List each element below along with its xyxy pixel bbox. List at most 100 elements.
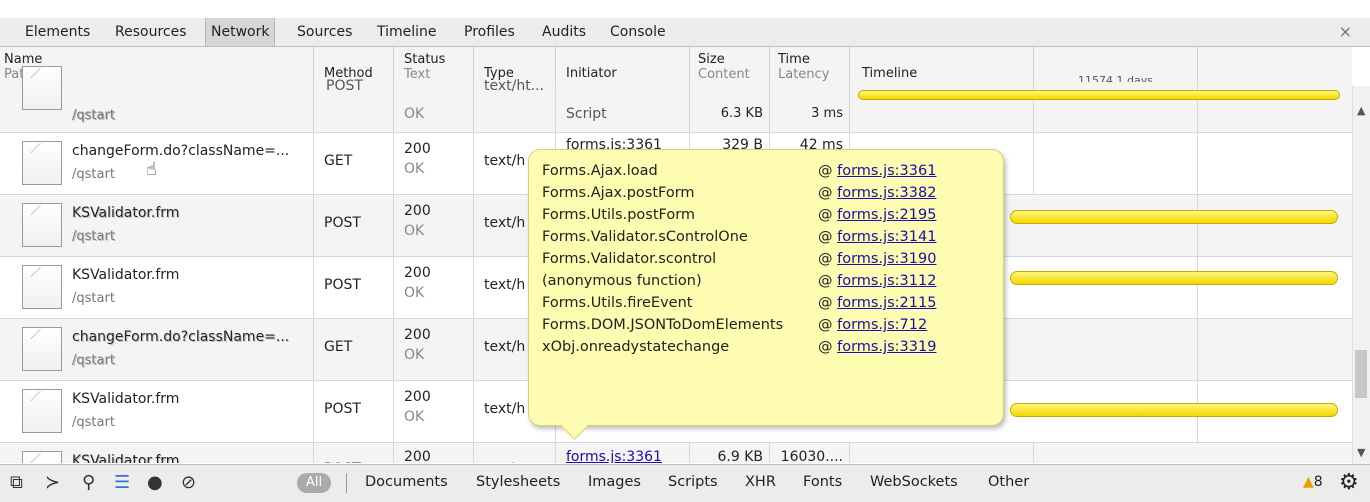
filter-websockets[interactable]: WebSockets [870, 474, 958, 490]
clear-icon[interactable]: ⊘ [181, 473, 196, 493]
callstack-function: Forms.DOM.JSONToDomElements [542, 317, 784, 333]
callstack-link-text[interactable]: forms.js:3382 [837, 185, 936, 201]
callstack-function: Forms.Validator.scontrol [542, 251, 717, 267]
row-path: /qstart [72, 167, 115, 182]
col-content-label: Content [698, 67, 750, 82]
callstack-link[interactable]: @ forms.js:3319 [818, 339, 936, 355]
row-method: POST [314, 79, 394, 132]
filter-xhr[interactable]: XHR [745, 474, 776, 490]
callstack-link[interactable]: @ forms.js:2195 [818, 207, 936, 223]
row-status-text: OK [404, 223, 425, 239]
callstack-link-text[interactable]: forms.js:3190 [837, 251, 936, 267]
callstack-link[interactable]: @ forms.js:3382 [818, 185, 936, 201]
vertical-scrollbar[interactable] [1352, 86, 1370, 464]
callstack-link[interactable]: @ forms.js:2115 [818, 295, 936, 311]
row-name[interactable]: KSValidator.frm [72, 267, 179, 283]
document-icon [22, 203, 62, 247]
table-row[interactable]: /qstart POST OK text/ht... Script 6.3 KB… [0, 66, 1352, 133]
at-sign: @ [818, 273, 833, 289]
gear-icon[interactable]: ⚙ [1339, 470, 1359, 495]
row-method: GET [314, 319, 394, 380]
filter-stylesheets[interactable]: Stylesheets [476, 474, 560, 490]
tab-profiles[interactable]: Profiles [459, 22, 520, 42]
row-initiator[interactable]: forms.js:3361 [556, 443, 690, 463]
col-latency-label: Latency [778, 67, 830, 82]
callstack-link-text[interactable]: forms.js:712 [837, 317, 927, 333]
row-path: /qstart [72, 353, 115, 368]
tab-elements[interactable]: Elements [20, 22, 95, 42]
filter-scripts[interactable]: Scripts [668, 474, 718, 490]
row-name[interactable]: KSValidator.frm [72, 205, 179, 221]
row-status: 200 OK [394, 319, 474, 380]
status-toolbar: ⧉ ≻ ⚲ ☰ ● ⊘ All Documents Stylesheets Im… [0, 464, 1370, 502]
console-drawer-icon[interactable]: ≻ [45, 473, 60, 493]
callstack-link-text[interactable]: forms.js:3361 [837, 163, 936, 179]
dock-icon[interactable]: ⧉ [10, 473, 23, 493]
timeline-cell [1034, 319, 1198, 380]
row-path: /qstart [72, 291, 115, 306]
at-sign: @ [818, 339, 833, 355]
tab-console[interactable]: Console [605, 22, 671, 42]
callstack-link[interactable]: @ forms.js:3361 [818, 163, 936, 179]
row-method: POST [314, 443, 394, 463]
row-status: 200 OK [394, 257, 474, 318]
at-sign: @ [818, 229, 833, 245]
scroll-up-icon[interactable]: ▲ [1357, 104, 1365, 117]
search-icon[interactable]: ⚲ [82, 473, 95, 493]
tab-timeline[interactable]: Timeline [372, 22, 442, 42]
devtools-tab-bar: Elements Resources Network Sources Timel… [0, 18, 1370, 47]
filter-all[interactable]: All [297, 473, 331, 493]
callstack-link-text[interactable]: forms.js:3141 [837, 229, 936, 245]
name-cell: KSValidator.frm /qstart [0, 195, 314, 256]
row-name[interactable]: KSValidator.frm [72, 391, 179, 407]
callstack-link-text[interactable]: forms.js:3112 [837, 273, 936, 289]
row-time: 16030.... [770, 443, 850, 463]
callstack-link-text[interactable]: forms.js:2195 [837, 207, 936, 223]
record-icon[interactable]: ● [147, 473, 163, 493]
row-status-text: OK [404, 347, 425, 363]
filter-fonts[interactable]: Fonts [803, 474, 842, 490]
document-icon [22, 66, 62, 110]
timeline-bar [1010, 271, 1338, 285]
row-type: text/ht... [474, 79, 556, 132]
scroll-down-icon[interactable]: ▼ [1357, 446, 1365, 459]
row-status-code: 200 [404, 327, 431, 343]
callstack-link-text[interactable]: forms.js:2115 [837, 295, 936, 311]
name-cell: changeForm.do?className=... /qstart ☝ [0, 133, 314, 194]
row-status-text: OK [404, 161, 425, 177]
timeline-bar [1010, 210, 1338, 224]
row-status-text: OK [394, 82, 474, 132]
row-name[interactable]: KSValidator.frm [72, 453, 179, 463]
name-cell: KSValidator.frm /qstart [0, 381, 314, 442]
row-size: 6.9 KB [690, 443, 770, 463]
close-icon[interactable]: × [1339, 22, 1352, 41]
document-icon [22, 451, 62, 463]
timeline-bar [1010, 403, 1338, 417]
document-icon [22, 141, 62, 185]
callstack-function: Forms.Validator.sControlOne [542, 229, 748, 245]
document-icon [22, 327, 62, 371]
tab-audits[interactable]: Audits [537, 22, 591, 42]
tab-resources[interactable]: Resources [110, 22, 192, 42]
name-cell: KSValidator.frm [0, 443, 314, 463]
callstack-link-text[interactable]: forms.js:3319 [837, 339, 936, 355]
filter-documents[interactable]: Documents [365, 474, 448, 490]
row-size: 6.3 KB [690, 82, 770, 132]
tab-network[interactable]: Network [205, 18, 276, 46]
filter-other[interactable]: Other [988, 474, 1029, 490]
row-name[interactable]: changeForm.do?className=... [72, 143, 289, 159]
callstack-link[interactable]: @ forms.js:3190 [818, 251, 936, 267]
callstack-link[interactable]: @ forms.js:3112 [818, 273, 936, 289]
filter-images[interactable]: Images [588, 474, 641, 490]
large-rows-icon[interactable]: ☰ [114, 473, 130, 493]
callstack-link[interactable]: @ forms.js:712 [818, 317, 927, 333]
top-strip [0, 0, 1370, 19]
warnings-counter[interactable]: ▲8 [1303, 474, 1323, 490]
row-status-code: 200 [404, 141, 431, 157]
row-name[interactable]: changeForm.do?className=... [72, 329, 289, 345]
table-row[interactable]: KSValidator.frm POST 200 text/ht forms.j… [0, 443, 1352, 463]
scrollbar-thumb[interactable] [1355, 350, 1367, 398]
at-sign: @ [818, 185, 833, 201]
tab-sources[interactable]: Sources [292, 22, 357, 42]
callstack-link[interactable]: @ forms.js:3141 [818, 229, 936, 245]
